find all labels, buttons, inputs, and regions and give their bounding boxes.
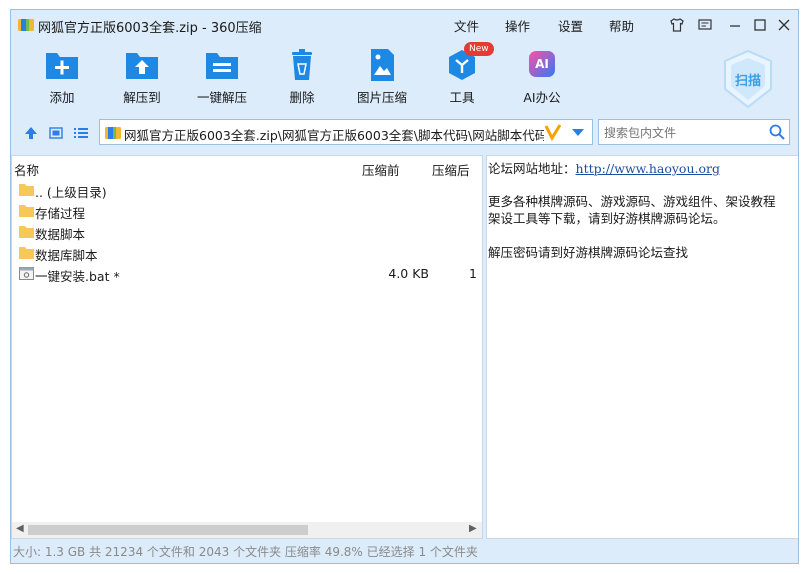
file-name: 一键安装.bat *: [35, 269, 120, 284]
tools-button[interactable]: New 工具: [422, 42, 502, 106]
folder-icon: [19, 226, 34, 238]
window-title: 网狐官方正版6003全套.zip - 360压缩: [38, 21, 262, 36]
column-header-after[interactable]: 压缩后: [432, 160, 470, 179]
status-bar: 大小: 1.3 GB 共 21234 个文件和 2043 个文件夹 压缩率 49…: [13, 545, 478, 559]
delete-label: 删除: [289, 90, 315, 105]
file-row-stored-procedures[interactable]: 存储过程: [17, 201, 477, 221]
extract-to-label: 解压到: [123, 90, 161, 105]
close-icon[interactable]: [776, 17, 792, 33]
one-click-extract-label: 一键解压: [196, 90, 247, 105]
search-input[interactable]: [602, 123, 766, 143]
comment-pane: 论坛网站地址：http://www.haoyou.org 更多各种棋牌源码、游戏…: [486, 155, 798, 539]
thumbnail-view-icon[interactable]: [48, 125, 64, 141]
file-row-database-scripts[interactable]: 数据库脚本: [17, 243, 477, 263]
file-name: .. (上级目录): [35, 185, 107, 200]
folder-icon: [19, 205, 34, 217]
tools-label: 工具: [449, 90, 475, 105]
image-compress-icon: [371, 49, 394, 81]
menu-file[interactable]: 文件: [454, 16, 479, 35]
scrollbar-thumb[interactable]: [28, 525, 308, 535]
comment-site-line: 论坛网站地址：http://www.haoyou.org: [488, 158, 720, 177]
comment-site-link[interactable]: http://www.haoyou.org: [576, 161, 720, 176]
delete-icon: [292, 49, 312, 80]
extract-to-icon: [126, 53, 158, 79]
column-header-name[interactable]: 名称: [14, 160, 39, 179]
ai-office-label: AI办公: [523, 90, 561, 105]
path-bar[interactable]: 网狐官方正版6003全套.zip\网狐官方正版6003全套\脚本代码\网站脚本代…: [99, 119, 593, 145]
scroll-right-icon[interactable]: ▶: [469, 523, 477, 534]
file-name: 存储过程: [35, 206, 86, 221]
add-icon: [46, 53, 78, 79]
file-name: 数据脚本: [35, 227, 86, 242]
one-click-extract-icon: [206, 53, 238, 79]
folder-icon: [19, 247, 34, 259]
ai-icon-text: AI: [535, 57, 549, 71]
ai-office-button[interactable]: AI AI办公: [502, 48, 582, 106]
chevron-down-icon[interactable]: [572, 129, 584, 137]
comment-line-4: 解压密码请到好游棋牌源码论坛查找: [488, 245, 689, 260]
file-list: 名称 压缩前 压缩后 .. (上级目录) 存储过程 数据脚本 数据库脚本 一键安…: [11, 155, 483, 539]
minimize-icon[interactable]: [727, 17, 743, 33]
feedback-icon[interactable]: [697, 17, 713, 33]
add-button[interactable]: 添加: [22, 48, 102, 106]
address-row: 网狐官方正版6003全套.zip\网狐官方正版6003全套\脚本代码\网站脚本代…: [11, 118, 798, 148]
new-badge: New: [464, 42, 494, 56]
skin-shirt-icon[interactable]: [669, 17, 685, 33]
file-row-parent[interactable]: .. (上级目录): [17, 180, 477, 200]
one-click-extract-button[interactable]: 一键解压: [182, 48, 262, 106]
file-row-data-scripts[interactable]: 数据脚本: [17, 222, 477, 242]
list-view-icon[interactable]: [73, 125, 89, 141]
v-check-icon: [544, 124, 562, 141]
file-compressed-size: 1: [469, 266, 477, 281]
add-label: 添加: [49, 90, 75, 105]
app-window: 网狐官方正版6003全套.zip - 360压缩 文件 操作 设置 帮助 添加 …: [10, 9, 799, 564]
folder-icon: [19, 184, 34, 196]
column-header-before[interactable]: 压缩前: [362, 160, 400, 179]
image-compress-button[interactable]: 图片压缩: [342, 48, 422, 106]
bat-file-icon: [19, 267, 34, 280]
menu-help[interactable]: 帮助: [609, 16, 634, 35]
search-icon[interactable]: [769, 124, 785, 140]
toolbar: 添加 解压到 一键解压 删除 图片压缩 New 工具 AI AI办公: [11, 40, 798, 112]
scan-label: 扫描: [734, 74, 761, 89]
horizontal-scrollbar[interactable]: ◀ ▶: [12, 522, 482, 538]
maximize-icon[interactable]: [752, 17, 768, 33]
menu-operate[interactable]: 操作: [505, 16, 530, 35]
zip-file-icon: [105, 127, 121, 139]
menu-settings[interactable]: 设置: [558, 16, 583, 35]
file-row-install-bat[interactable]: 一键安装.bat * 4.0 KB 1: [17, 264, 477, 284]
up-arrow-icon[interactable]: [23, 125, 39, 141]
file-size: 4.0 KB: [388, 266, 429, 281]
scan-button[interactable]: 扫描: [717, 48, 779, 110]
comment-site-label: 论坛网站地址：: [488, 161, 576, 176]
comment-line-3: 架设工具等下载，请到好游棋牌源码论坛。: [488, 211, 726, 226]
path-text: 网狐官方正版6003全套.zip\网狐官方正版6003全套\脚本代码\网站脚本代…: [124, 128, 544, 143]
image-compress-label: 图片压缩: [356, 90, 407, 105]
delete-button[interactable]: 删除: [262, 48, 342, 106]
extract-to-button[interactable]: 解压到: [102, 48, 182, 106]
file-name: 数据库脚本: [35, 248, 98, 263]
title-bar: 网狐官方正版6003全套.zip - 360压缩 文件 操作 设置 帮助: [11, 10, 798, 40]
scroll-left-icon[interactable]: ◀: [16, 523, 24, 534]
search-box: [598, 119, 790, 145]
zip-app-icon: [18, 19, 34, 31]
